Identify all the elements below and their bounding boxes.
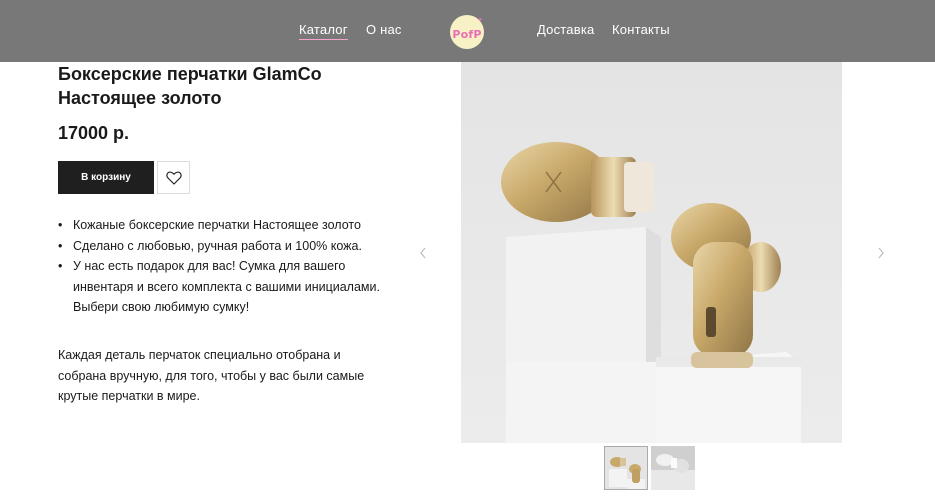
feature-item: У нас есть подарок для вас! Сумка для ва… <box>58 256 393 318</box>
product-title-line1: Боксерские перчатки GlamCo <box>58 64 322 84</box>
product-title: Боксерские перчатки GlamCo Настоящее зол… <box>58 62 358 110</box>
product-description: Каждая деталь перчаток специально отобра… <box>58 348 365 403</box>
site-logo[interactable]: ✦ PofP <box>450 15 484 49</box>
nav-contacts[interactable]: Контакты <box>612 22 670 37</box>
favorite-button[interactable] <box>157 161 190 194</box>
site-header: Каталог О нас ✦ PofP Доставка Контакты <box>0 0 935 62</box>
nav-about[interactable]: О нас <box>366 22 402 37</box>
feature-list: Кожаные боксерские перчатки Настоящее зо… <box>58 215 393 318</box>
product-page: Каталог О нас ✦ PofP Доставка Контакты Б… <box>0 0 935 502</box>
chevron-right-icon[interactable] <box>874 244 888 262</box>
nav-delivery[interactable]: Доставка <box>537 22 594 37</box>
star-icon: ✦ <box>477 17 483 24</box>
chevron-left-icon[interactable] <box>416 244 430 262</box>
logo-text: PofP <box>452 27 482 41</box>
thumbnail-1[interactable] <box>604 446 648 490</box>
nav-catalog[interactable]: Каталог <box>299 22 348 40</box>
product-title-line2: Настоящее золото <box>58 88 222 108</box>
feature-item: Сделано с любовью, ручная работа и 100% … <box>58 236 393 257</box>
product-main-image[interactable] <box>461 62 842 443</box>
product-price: 17000 р. <box>58 123 130 143</box>
add-to-cart-button[interactable]: В корзину <box>58 161 154 194</box>
feature-item: Кожаные боксерские перчатки Настоящее зо… <box>58 215 393 236</box>
thumbnail-2[interactable] <box>651 446 695 490</box>
heart-icon <box>165 171 182 185</box>
